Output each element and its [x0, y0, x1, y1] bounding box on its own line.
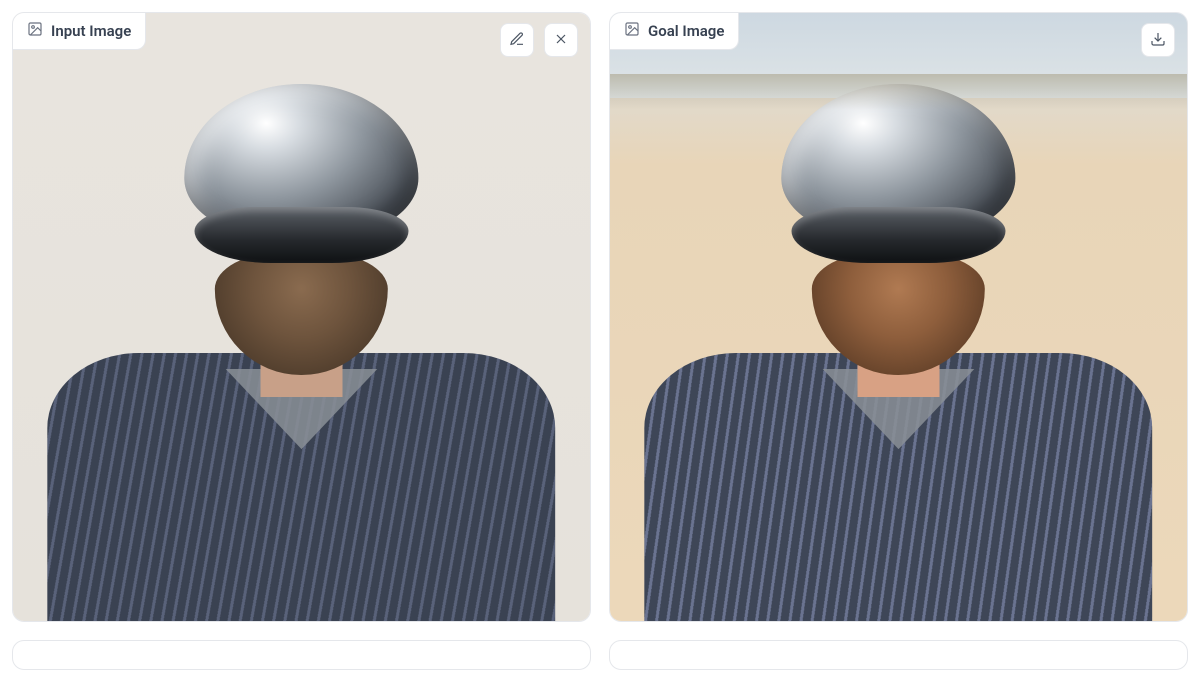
goal-image-panel: Goal Image: [609, 12, 1188, 622]
goal-image-label: Goal Image: [648, 22, 724, 40]
figure-silhouette: [48, 62, 556, 621]
goal-image-actions: [1141, 23, 1175, 57]
image-icon: [27, 21, 43, 41]
figure-silhouette: [645, 62, 1153, 621]
input-image-actions: [500, 23, 578, 57]
download-icon: [1150, 31, 1166, 50]
input-image-panel: Input Image: [12, 12, 591, 622]
pencil-icon: [509, 31, 525, 50]
image-panels-row: Input Image: [12, 12, 1188, 622]
bottom-left-panel: [12, 640, 591, 670]
remove-button[interactable]: [544, 23, 578, 57]
image-icon: [624, 21, 640, 41]
input-image-tag: Input Image: [13, 13, 146, 50]
input-image-content: [13, 13, 590, 621]
visor-shape: [792, 207, 1005, 263]
download-button[interactable]: [1141, 23, 1175, 57]
close-icon: [553, 31, 569, 50]
input-image-label: Input Image: [51, 22, 131, 40]
edit-button[interactable]: [500, 23, 534, 57]
goal-image-area[interactable]: [610, 13, 1187, 621]
input-image-area[interactable]: [13, 13, 590, 621]
visor-shape: [195, 207, 408, 263]
bottom-right-panel: [609, 640, 1188, 670]
goal-image-tag: Goal Image: [610, 13, 739, 50]
bottom-panels-row: [12, 640, 1188, 670]
goal-image-content: [610, 13, 1187, 621]
